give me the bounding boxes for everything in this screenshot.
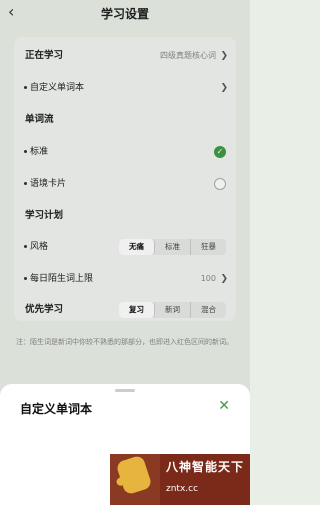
sheet-title: 自定义单词本 bbox=[20, 402, 93, 416]
watermark-text: 八神智能天下 bbox=[166, 460, 245, 474]
watermark-banner: 八神智能天下 zntx.cc bbox=[110, 454, 250, 505]
close-icon[interactable]: ✕ bbox=[218, 398, 230, 414]
drag-handle[interactable] bbox=[115, 389, 135, 392]
watermark-url: zntx.cc bbox=[166, 484, 199, 494]
hand-logo-icon bbox=[110, 454, 160, 505]
